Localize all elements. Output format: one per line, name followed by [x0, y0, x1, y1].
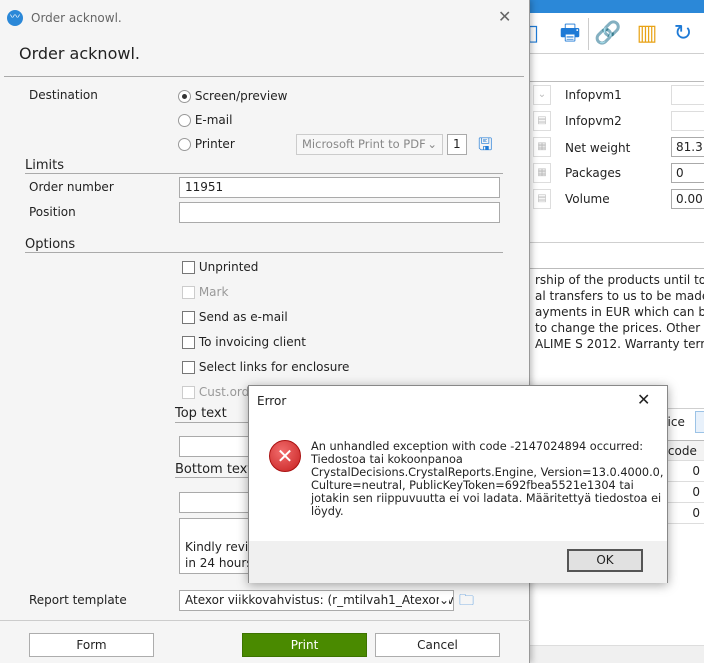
close-icon[interactable]: ✕: [637, 390, 650, 409]
divider: [25, 173, 503, 174]
ok-button[interactable]: OK: [567, 549, 643, 572]
dropdown-icon[interactable]: ⌄: [533, 85, 551, 105]
checkbox-label: Mark: [198, 285, 229, 299]
error-title: Error: [257, 394, 287, 408]
position-label: Position: [29, 205, 76, 219]
page-title: Order acknowl.: [19, 44, 140, 63]
message-line: jotakin sen riippuvuutta ei voi ladata. …: [311, 492, 662, 505]
calculator-icon[interactable]: [695, 411, 704, 433]
mark-checkbox[interactable]: Mark: [182, 285, 228, 299]
error-icon: ✕: [269, 440, 301, 472]
error-dialog: Error ✕ ✕ An unhandled exception with co…: [248, 385, 668, 583]
folder-icon[interactable]: 🗀: [459, 590, 474, 615]
divider: [25, 252, 503, 253]
form-button[interactable]: Form: [29, 633, 154, 657]
chart-icon[interactable]: ▥: [632, 18, 662, 50]
field-label: Packages: [565, 166, 621, 180]
lookup-icon[interactable]: ▤: [533, 111, 551, 131]
link-icon[interactable]: 🔗: [593, 18, 623, 50]
radio-label: Printer: [194, 137, 235, 151]
radio-label: E-mail: [194, 113, 233, 127]
radio-email[interactable]: E-mail: [178, 113, 232, 127]
checkbox-label: To invoicing client: [198, 335, 306, 349]
message-line: Culture=neutral, PublicKeyToken=692fbea5…: [311, 479, 634, 492]
position-input[interactable]: [179, 202, 500, 223]
calendar-icon[interactable]: ▦: [533, 163, 551, 183]
print-icon[interactable]: 🖶: [555, 18, 585, 50]
radio-printer[interactable]: Printer: [178, 137, 235, 151]
terms-line: ayments in EUR which can be ma: [535, 305, 704, 319]
message-line: An unhandled exception with code -214702…: [311, 440, 644, 453]
print-button[interactable]: Print: [242, 633, 367, 657]
message-line: CrystalDecisions.CrystalReports.Engine, …: [311, 466, 664, 479]
radio-screen-preview[interactable]: Screen/preview: [178, 89, 287, 103]
refresh-icon[interactable]: ↻: [668, 18, 698, 50]
field-label: Volume: [565, 192, 610, 206]
checkbox-label: Send as e-mail: [198, 310, 288, 324]
send-email-checkbox[interactable]: Send as e-mail: [182, 310, 288, 324]
field-label: Infopvm2: [565, 114, 622, 128]
message-line: löydy.: [311, 505, 344, 518]
checkbox-label: Select links for enclosure: [198, 360, 350, 374]
terms-line: ALIME S 2012. Warranty terms a: [535, 337, 704, 351]
toolbar-separator: [588, 18, 589, 50]
chevron-down-icon: ⌄: [427, 137, 437, 151]
terms-line: to change the prices. Other co: [535, 321, 704, 335]
volume-input[interactable]: 0.00: [671, 189, 704, 209]
printer-value: Microsoft Print to PDF: [302, 137, 426, 151]
copies-input[interactable]: 1: [447, 134, 467, 155]
order-number-label: Order number: [29, 180, 114, 194]
packages-input[interactable]: 0: [671, 163, 704, 183]
cancel-button[interactable]: Cancel: [375, 633, 500, 657]
horizontal-scrollbar[interactable]: [530, 645, 704, 663]
radio-label: Screen/preview: [194, 89, 288, 103]
net-weight-input[interactable]: 81.31: [671, 137, 704, 157]
close-icon[interactable]: ✕: [498, 7, 511, 26]
bottom-text-label: Bottom text: [175, 462, 253, 477]
field-label: Infopvm1: [565, 88, 622, 102]
error-footer: OK: [249, 541, 667, 583]
printer-select[interactable]: Microsoft Print to PDF ⌄: [296, 134, 443, 155]
window-title: Order acknowl.: [31, 11, 122, 25]
divider: [0, 620, 530, 621]
cust-order-checkbox[interactable]: Cust.orde: [182, 385, 257, 399]
report-template-select[interactable]: Atexor viikkovahvistus: (r_mtilvah1_Atex…: [179, 590, 454, 611]
unprinted-checkbox[interactable]: Unprinted: [182, 260, 258, 274]
options-heading: Options: [25, 237, 76, 252]
message-line: Tiedostoa tai kokoonpanoa: [311, 453, 463, 466]
order-number-input[interactable]: 11951: [179, 177, 500, 198]
checkbox-label: Unprinted: [198, 260, 259, 274]
terms-line: rship of the products until total: [535, 273, 704, 287]
top-text-label: Top text: [175, 406, 227, 421]
terms-line: al transfers to us to be made w: [535, 289, 704, 303]
report-template-value: Atexor viikkovahvistus: (r_mtilvah1_Atex…: [185, 593, 454, 607]
divider: [530, 268, 704, 269]
select-links-checkbox[interactable]: Select links for enclosure: [182, 360, 349, 374]
divider: [530, 53, 704, 54]
app-title-bar: [530, 0, 704, 13]
app-logo-icon: 〰: [7, 10, 23, 26]
infopvm1-input[interactable]: [671, 85, 704, 105]
infopvm2-input[interactable]: [671, 111, 704, 131]
limits-heading: Limits: [25, 158, 64, 173]
lookup-icon[interactable]: ▤: [533, 189, 551, 209]
destination-label: Destination: [29, 88, 98, 102]
report-template-label: Report template: [29, 593, 127, 607]
divider: [4, 76, 524, 77]
error-message: An unhandled exception with code -214702…: [311, 440, 664, 518]
divider: [530, 81, 704, 82]
invoicing-client-checkbox[interactable]: To invoicing client: [182, 335, 306, 349]
save-icon[interactable]: 🖫: [478, 132, 492, 161]
field-label: Net weight: [565, 141, 631, 155]
chevron-down-icon: ⌄: [438, 593, 449, 607]
calendar-icon[interactable]: ▦: [533, 137, 551, 157]
terms-text: rship of the products until total al tra…: [535, 272, 704, 352]
divider: [530, 242, 704, 243]
